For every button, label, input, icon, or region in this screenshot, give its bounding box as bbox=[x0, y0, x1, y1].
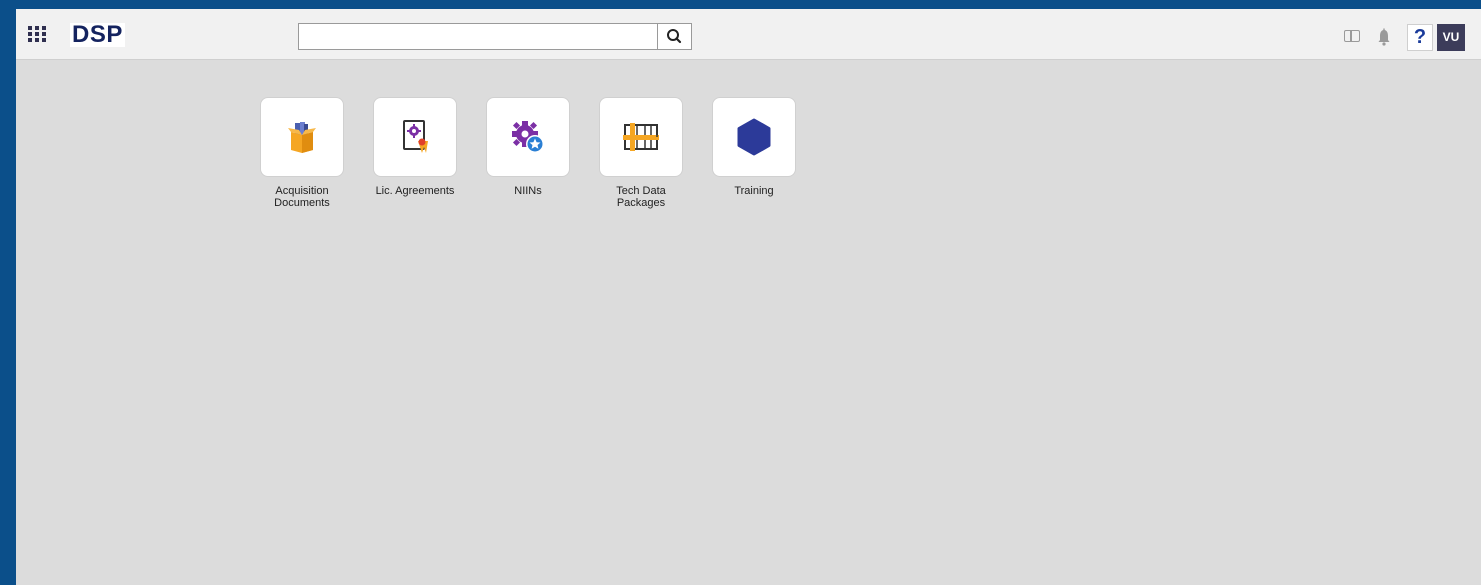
tile-label: Training bbox=[734, 185, 774, 197]
hexagon-icon bbox=[737, 118, 771, 156]
tile-box bbox=[712, 97, 796, 177]
split-panel-icon[interactable] bbox=[1344, 30, 1360, 42]
search-bar bbox=[298, 23, 692, 50]
tile-box bbox=[260, 97, 344, 177]
search-icon bbox=[667, 29, 682, 44]
app-launcher-grid-icon[interactable] bbox=[28, 26, 48, 43]
tile-label: Tech Data Packages bbox=[616, 185, 666, 209]
search-button[interactable] bbox=[657, 24, 691, 49]
certificate-icon bbox=[403, 120, 428, 153]
bell-icon[interactable] bbox=[1377, 28, 1391, 46]
search-input[interactable] bbox=[299, 24, 658, 49]
tile-niins[interactable]: NIINs bbox=[486, 97, 570, 197]
top-bar: DSP ? VU bbox=[16, 9, 1481, 60]
user-avatar[interactable]: VU bbox=[1437, 24, 1465, 51]
app-logo[interactable]: DSP bbox=[70, 23, 125, 47]
tile-label: Acquisition Documents bbox=[274, 185, 330, 209]
app-window: DSP ? VU Acquisition Documents Lic. Agre… bbox=[16, 9, 1481, 585]
tile-box bbox=[373, 97, 457, 177]
help-button[interactable]: ? bbox=[1407, 24, 1433, 51]
tile-box bbox=[599, 97, 683, 177]
open-box-icon bbox=[288, 122, 316, 153]
tile-tech-data-packages[interactable]: Tech Data Packages bbox=[599, 97, 683, 209]
blueprint-icon bbox=[623, 123, 659, 151]
tile-label: NIINs bbox=[514, 185, 542, 197]
tile-lic-agreements[interactable]: Lic. Agreements bbox=[373, 97, 457, 197]
gear-star-icon bbox=[512, 121, 544, 153]
tile-acquisition-documents[interactable]: Acquisition Documents bbox=[260, 97, 344, 209]
tile-label: Lic. Agreements bbox=[375, 185, 455, 197]
tile-training[interactable]: Training bbox=[712, 97, 796, 197]
tile-box bbox=[486, 97, 570, 177]
